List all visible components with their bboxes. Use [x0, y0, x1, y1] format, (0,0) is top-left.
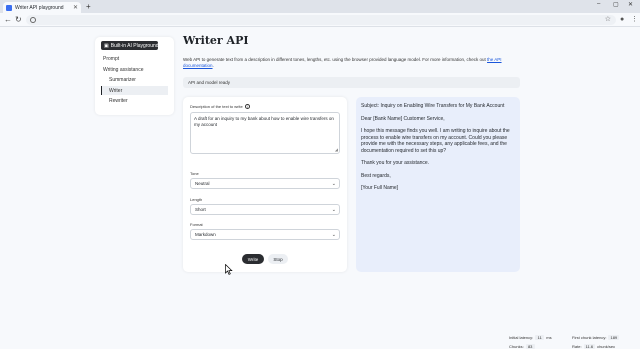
new-tab-button[interactable]: +: [86, 2, 91, 11]
brand-badge[interactable]: ▣ Built-in AI Playground: [101, 41, 159, 50]
sidebar: ▣ Built-in AI Playground Prompt Writing …: [95, 37, 174, 115]
format-label: Format: [190, 222, 203, 227]
profile-icon[interactable]: ●: [620, 15, 624, 25]
description-text: Web API to generate text from a descript…: [183, 57, 486, 62]
sidebar-item-writer[interactable]: Writer: [101, 86, 168, 95]
mouse-cursor-icon: [225, 264, 233, 275]
page-title: Writer API: [183, 34, 249, 47]
resize-handle-icon[interactable]: ◢: [335, 147, 338, 153]
format-select[interactable]: Markdown ⌄: [190, 229, 340, 240]
close-icon[interactable]: ✕: [628, 1, 633, 8]
prompt-label: Description of the text to write i: [190, 104, 250, 109]
first-chunk-metric: First chunk latency: 189: [572, 335, 620, 340]
bookmark-star-icon[interactable]: ☆: [605, 15, 611, 25]
length-label: Length: [190, 197, 203, 202]
playground-logo-icon: ▣: [104, 42, 109, 49]
chunks-metric: Chunks: 83: [509, 344, 535, 349]
tab-strip: Writer API playground ✕ + – ▢ ✕: [0, 0, 640, 13]
tone-label: Tone: [190, 171, 199, 176]
format-value: Markdown: [195, 232, 216, 237]
browser-tab[interactable]: Writer API playground ✕: [3, 2, 81, 13]
info-icon[interactable]: i: [244, 104, 250, 109]
sidebar-item-prompt[interactable]: Prompt: [103, 56, 119, 62]
sidebar-item-rewriter[interactable]: Rewriter: [109, 98, 128, 104]
chevron-down-icon: ⌄: [331, 232, 336, 238]
output-paragraph: Subject: Inquiry on Enabling Wire Transf…: [361, 103, 505, 109]
tab-close-icon[interactable]: ✕: [73, 4, 78, 11]
output-paragraph: Thank you for your assistance.: [361, 160, 430, 166]
tone-select[interactable]: Neutral ⌄: [190, 178, 340, 189]
output-paragraph: [Your Full Name]: [361, 185, 399, 191]
status-text: API and model ready: [188, 80, 231, 85]
status-banner: API and model ready: [183, 77, 520, 88]
output-paragraph: Dear [Bank Name] Customer Service,: [361, 115, 445, 122]
sidebar-item-summarizer[interactable]: Summarizer: [109, 77, 136, 83]
output-paragraph: I hope this message finds you well. I am…: [361, 128, 510, 154]
tab-title: Writer API playground: [15, 4, 64, 11]
length-value: Short: [195, 207, 206, 212]
description-end: .: [212, 63, 214, 68]
chevron-down-icon: ⌄: [331, 181, 336, 187]
sidebar-item-label: Writer: [109, 87, 123, 94]
stop-button[interactable]: Stop: [268, 254, 288, 264]
maximize-icon[interactable]: ▢: [613, 1, 619, 8]
address-bar[interactable]: ☆: [26, 15, 616, 25]
writer-form: Description of the text to write i A dra…: [183, 97, 347, 272]
prompt-textarea[interactable]: A draft for an inquiry to my bank about …: [190, 112, 340, 154]
first-chunk-value: 189: [608, 335, 620, 340]
output-panel: Subject: Inquiry on Enabling Wire Transf…: [356, 97, 520, 272]
menu-icon[interactable]: ⋮: [631, 15, 638, 25]
favicon-icon: [6, 4, 12, 11]
tone-value: Neutral: [195, 181, 210, 186]
output-paragraph: Best regards,: [361, 172, 391, 179]
chevron-down-icon: ⌄: [331, 207, 336, 213]
initial-latency-metric: Initial latency: 11 ms: [509, 335, 552, 340]
page-description: Web API to generate text from a descript…: [183, 57, 528, 69]
minimize-icon[interactable]: –: [597, 1, 600, 7]
prompt-value: A draft for an inquiry to my bank about …: [194, 116, 334, 127]
rate-metric: Rate: 11.6 chunk/sec: [572, 344, 616, 349]
site-info-icon[interactable]: [30, 17, 36, 23]
length-select[interactable]: Short ⌄: [190, 204, 340, 215]
back-icon[interactable]: ←: [4, 15, 12, 25]
chunks-value: 83: [525, 344, 535, 349]
rate-value: 11.6: [583, 344, 596, 349]
sidebar-item-writing-assistance[interactable]: Writing assistance: [103, 67, 143, 73]
browser-toolbar: ← ↻ ☆: [0, 13, 640, 27]
brand-label: Built-in AI Playground: [110, 42, 159, 49]
initial-latency-value: 11: [535, 335, 545, 340]
reload-icon[interactable]: ↻: [15, 15, 22, 25]
write-button[interactable]: Write: [242, 254, 264, 264]
